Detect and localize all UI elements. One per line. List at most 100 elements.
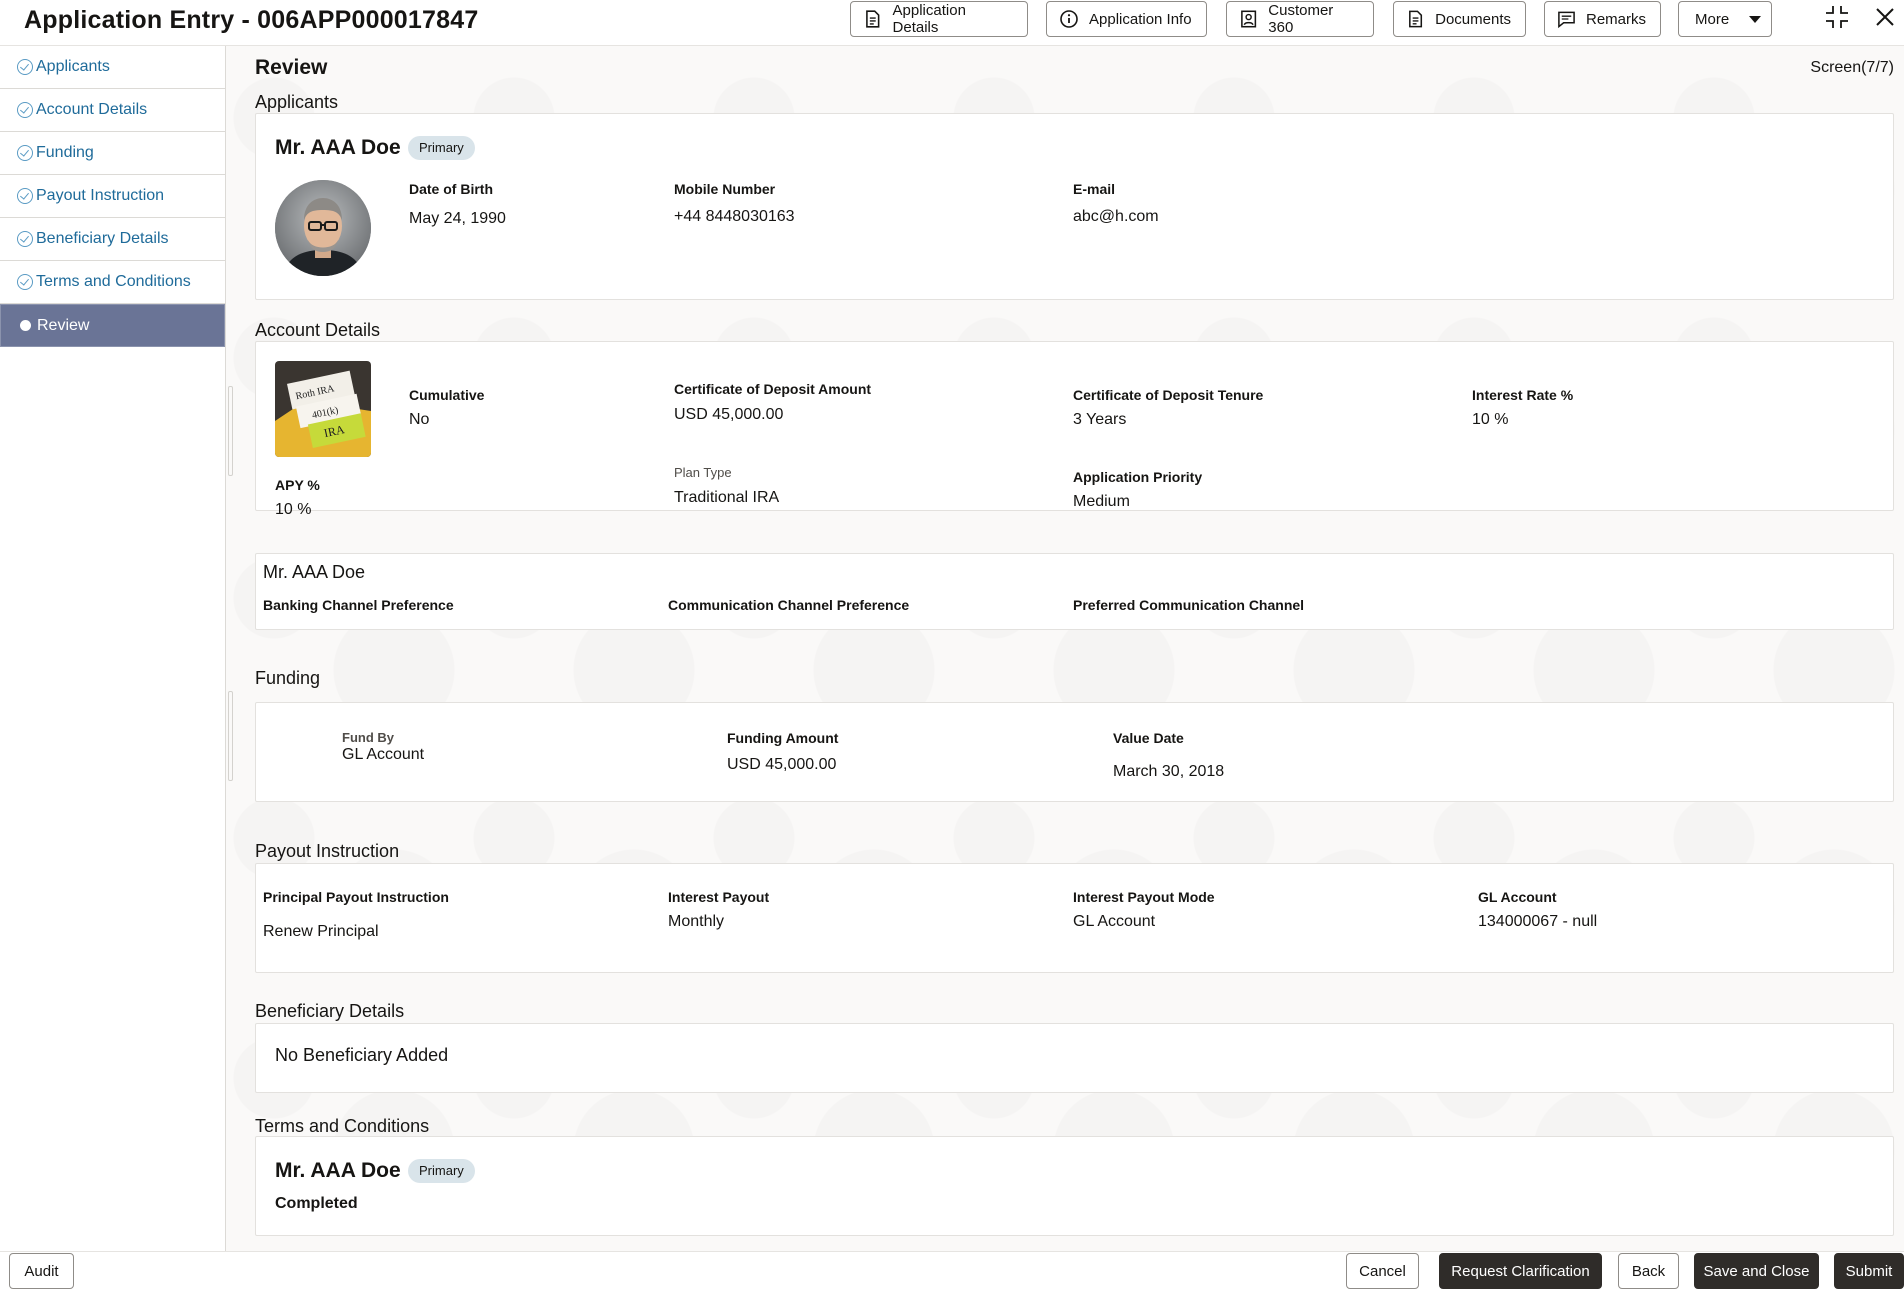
mobile-label: Mobile Number: [674, 181, 776, 197]
channel-preferences-card: Mr. AAA Doe Banking Channel Preference C…: [255, 553, 1894, 630]
customer-icon: [1241, 10, 1257, 28]
more-menu-button[interactable]: More: [1678, 1, 1772, 37]
application-details-button[interactable]: Application Details: [850, 1, 1028, 37]
cd-tenure-value: 3 Years: [1073, 411, 1127, 428]
interest-rate-value: 10 %: [1472, 411, 1509, 428]
payout-section-title: Payout Instruction: [255, 841, 400, 861]
document-icon: [866, 10, 880, 28]
value-date-field: Value Date March 30, 2018: [1113, 730, 1224, 781]
cd-tenure-field: Certificate of Deposit Tenure 3 Years: [1073, 387, 1263, 429]
application-info-button[interactable]: Application Info: [1046, 1, 1207, 37]
preferences-applicant-name: Mr. AAA Doe: [263, 562, 366, 582]
applicant-name: Mr. AAA Doe: [275, 136, 401, 159]
beneficiary-section-title: Beneficiary Details: [255, 1001, 405, 1021]
sidebar-item-beneficiary-details[interactable]: Beneficiary Details: [0, 218, 225, 261]
fund-by-field: Fund By GL Account: [342, 730, 424, 764]
terms-card: Mr. AAA Doe Primary Completed: [255, 1136, 1894, 1236]
check-circle-icon: [17, 102, 33, 118]
scroll-handle[interactable]: [228, 691, 233, 781]
account-product-image: Roth IRA 401(k) IRA: [275, 361, 371, 457]
no-beneficiary-text: No Beneficiary Added: [275, 1045, 449, 1065]
mobile-value: +44 8448030163: [674, 208, 795, 225]
interest-payout-label: Interest Payout: [668, 889, 770, 905]
review-title: Review: [255, 56, 328, 79]
sidebar-item-label: Terms and Conditions: [36, 273, 191, 290]
cd-amount-field: Certificate of Deposit Amount USD 45,000…: [674, 381, 871, 424]
interest-payout-value: Monthly: [668, 913, 725, 930]
screen-counter: Screen(7/7): [1810, 59, 1894, 76]
current-step-icon: [20, 320, 31, 331]
preferred-channel-field: Preferred Communication Channel: [1073, 597, 1304, 613]
plan-type-value: Traditional IRA: [674, 489, 780, 506]
sidebar-item-applicants[interactable]: Applicants: [0, 46, 225, 89]
banking-channel-field: Banking Channel Preference: [263, 597, 454, 613]
priority-field: Application Priority Medium: [1073, 469, 1202, 511]
sidebar-item-label: Payout Instruction: [36, 187, 165, 204]
communication-channel-label: Communication Channel Preference: [668, 597, 910, 613]
terms-section-title: Terms and Conditions: [255, 1116, 430, 1136]
application-details-label: Application Details: [892, 2, 966, 36]
interest-rate-label: Interest Rate %: [1472, 387, 1574, 403]
beneficiary-card: No Beneficiary Added: [255, 1023, 1894, 1093]
mobile-field: Mobile Number +44 8448030163: [674, 181, 795, 226]
funding-card: Fund By GL Account Funding Amount USD 45…: [255, 702, 1894, 802]
close-icon[interactable]: [1872, 4, 1898, 35]
preferred-channel-label: Preferred Communication Channel: [1073, 597, 1305, 613]
save-and-close-button[interactable]: Save and Close: [1694, 1253, 1819, 1289]
header-bar: Application Entry - 006APP000017847 Appl…: [0, 0, 1904, 46]
applicant-card: Mr. AAA Doe Primary Date of Birth May 24…: [255, 113, 1894, 300]
documents-icon: [1409, 10, 1423, 28]
payout-card: Principal Payout Instruction Renew Princ…: [255, 863, 1894, 973]
cd-tenure-label: Certificate of Deposit Tenure: [1073, 387, 1264, 403]
email-label: E-mail: [1073, 181, 1116, 197]
cumulative-field: Cumulative No: [409, 387, 484, 429]
interest-mode-field: Interest Payout Mode GL Account: [1073, 889, 1215, 931]
dob-label: Date of Birth: [409, 181, 493, 197]
sidebar-item-terms-and-conditions[interactable]: Terms and Conditions: [0, 261, 225, 304]
terms-status: Completed: [275, 1195, 358, 1212]
applicants-section-title: Applicants: [255, 92, 339, 112]
priority-value: Medium: [1073, 493, 1130, 510]
cumulative-value: No: [409, 411, 430, 428]
fund-by-value: GL Account: [342, 746, 425, 763]
sidebar-item-payout-instruction[interactable]: Payout Instruction: [0, 175, 225, 218]
remarks-button[interactable]: Remarks: [1544, 1, 1661, 37]
main-content[interactable]: Review Screen(7/7) Applicants Mr. AAA Do…: [226, 46, 1904, 1251]
footer-bar: Audit Cancel Request Clarification Back …: [0, 1251, 1904, 1289]
cumulative-label: Cumulative: [409, 387, 485, 403]
dob-value: May 24, 1990: [409, 210, 506, 227]
sidebar-item-review[interactable]: Review: [0, 304, 225, 347]
documents-label: Documents: [1435, 10, 1511, 28]
banking-channel-label: Banking Channel Preference: [263, 597, 454, 613]
value-date-value: March 30, 2018: [1113, 763, 1225, 780]
back-button[interactable]: Back: [1618, 1253, 1679, 1289]
customer-360-button[interactable]: Customer 360: [1226, 1, 1374, 37]
sidebar-item-label: Applicants: [36, 58, 110, 75]
request-clarification-button[interactable]: Request Clarification: [1439, 1253, 1602, 1289]
email-field: E-mail abc@h.com: [1073, 181, 1159, 226]
documents-button[interactable]: Documents: [1393, 1, 1526, 37]
check-circle-icon: [17, 145, 33, 161]
collapse-icon[interactable]: [1824, 4, 1850, 35]
remarks-label: Remarks: [1585, 10, 1646, 28]
funding-amount-field: Funding Amount USD 45,000.00: [727, 730, 838, 774]
page-title: Application Entry - 006APP000017847: [24, 6, 479, 34]
train-stop-sidebar: Applicants Account Details Funding Payou…: [0, 46, 226, 1251]
check-circle-icon: [17, 231, 33, 247]
cancel-button[interactable]: Cancel: [1346, 1253, 1419, 1289]
info-icon: [1060, 10, 1078, 28]
application-info-label: Application Info: [1089, 10, 1192, 28]
priority-label: Application Priority: [1073, 469, 1203, 485]
funding-amount-value: USD 45,000.00: [727, 756, 837, 773]
funding-section-title: Funding: [255, 668, 321, 688]
principal-payout-label: Principal Payout Instruction: [263, 889, 449, 905]
sidebar-item-account-details[interactable]: Account Details: [0, 89, 225, 132]
audit-button[interactable]: Audit: [9, 1253, 74, 1289]
account-details-section-title: Account Details: [255, 320, 381, 340]
interest-rate-field: Interest Rate % 10 %: [1472, 387, 1573, 429]
submit-button[interactable]: Submit: [1834, 1253, 1904, 1289]
apy-value: 10 %: [275, 501, 312, 518]
scroll-handle[interactable]: [228, 386, 233, 476]
sidebar-item-funding[interactable]: Funding: [0, 132, 225, 175]
chevron-down-icon: [1749, 15, 1762, 23]
